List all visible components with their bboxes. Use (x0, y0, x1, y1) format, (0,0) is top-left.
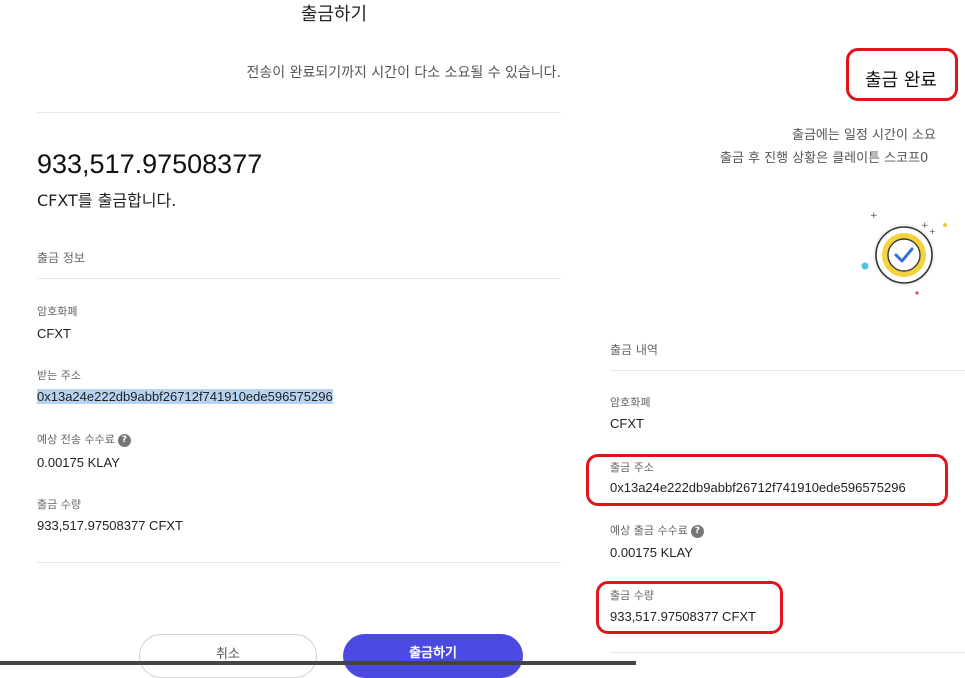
fee-value: 0.00175 KLAY (37, 455, 120, 470)
completion-title: 출금 완료 (865, 70, 937, 91)
bottom-bar (0, 661, 636, 665)
svg-text:+: + (929, 227, 936, 236)
withdraw-amount-description: CFXT를 출금합니다. (37, 191, 177, 210)
withdraw-amount: 933,517.97508377 (37, 149, 263, 179)
transfer-notice: 전송이 완료되기까지 시간이 다소 소요될 수 있습니다. (246, 65, 561, 81)
completion-address-label: 출금 주소 (610, 461, 654, 474)
cancel-button[interactable]: 취소 (139, 634, 317, 678)
divider (610, 370, 965, 371)
currency-value: CFXT (37, 326, 71, 341)
section-title-withdraw-info: 출금 정보 (37, 251, 85, 265)
svg-text:+: + (870, 211, 878, 221)
svg-text:+: + (921, 221, 929, 231)
recipient-address-label: 받는 주소 (37, 369, 81, 382)
section-title-withdraw-history: 출금 내역 (610, 343, 658, 357)
completion-currency-label: 암호화폐 (610, 396, 651, 409)
divider (37, 112, 561, 113)
recipient-address-value[interactable]: 0x13a24e222db9abbf26712f741910ede5965752… (37, 389, 333, 404)
completion-address-value: 0x13a24e222db9abbf26712f741910ede5965752… (610, 480, 906, 495)
completion-notice-line1: 출금에는 일정 시간이 소요 (792, 128, 936, 143)
completion-fee-label: 예상 출금 수수료 (610, 524, 688, 537)
completion-notice-line2: 출금 후 진행 상황은 클레이튼 스코프0 (720, 151, 929, 166)
divider (37, 278, 561, 279)
completion-quantity-value: 933,517.97508377 CFXT (610, 609, 756, 624)
page-title: 출금하기 (300, 4, 368, 25)
completion-fee-label-row: 예상 출금 수수료? (610, 522, 704, 538)
help-icon[interactable]: ? (117, 433, 131, 447)
fee-label-row: 예상 전송 수수료? (37, 431, 131, 447)
fee-label: 예상 전송 수수료 (37, 433, 115, 446)
quantity-label: 출금 수량 (37, 498, 81, 511)
completion-quantity-label: 출금 수량 (610, 589, 654, 602)
quantity-value: 933,517.97508377 CFXT (37, 518, 183, 533)
withdraw-submit-button[interactable]: 출금하기 (343, 634, 523, 678)
divider (610, 652, 965, 653)
currency-label: 암호화폐 (37, 305, 78, 318)
help-icon[interactable]: ? (690, 524, 704, 538)
completion-currency-value: CFXT (610, 416, 644, 431)
divider (37, 562, 561, 563)
completion-fee-value: 0.00175 KLAY (610, 545, 693, 560)
check-circle-icon: + + + (861, 211, 947, 295)
